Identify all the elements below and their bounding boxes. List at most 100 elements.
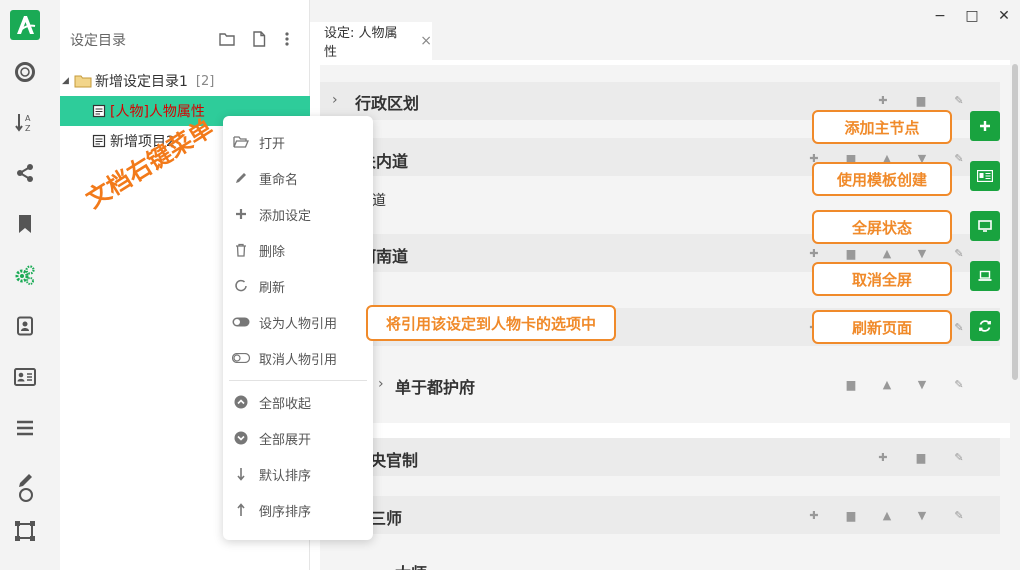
menu-item-cancel-reference[interactable]: 取消人物引用 (223, 342, 373, 374)
minimize-button[interactable]: − (930, 6, 950, 26)
tree-node-label: 新增设定目录1 (95, 74, 188, 90)
menu-lines-icon[interactable] (12, 415, 38, 441)
pencil-icon (223, 171, 259, 185)
edit-icon[interactable]: ✎ (952, 450, 966, 464)
chevron-down-circle-icon (223, 431, 259, 445)
id-card-icon[interactable] (12, 364, 38, 390)
contact-card-icon[interactable] (12, 313, 38, 339)
tree-folder-node[interactable]: ◢ 新增设定目录1 [2] (60, 66, 310, 96)
node-title: 三师 (370, 509, 403, 528)
context-menu: 打开 重命名 添加设定 删除 刷新 设为人物引用 取消人物引用 全部收起 全部展… (223, 116, 373, 540)
move-down-icon[interactable]: ▼ (915, 246, 929, 260)
add-icon[interactable]: ✚ (876, 93, 890, 107)
menu-item-add-setting[interactable]: 添加设定 (223, 198, 373, 230)
edit-icon[interactable]: ✎ (952, 246, 966, 260)
scrollbar-thumb[interactable] (1012, 64, 1018, 380)
new-file-icon[interactable] (250, 30, 268, 48)
fullscreen-button[interactable] (970, 211, 1000, 241)
callout-refresh-page: 刷新页面 (812, 310, 952, 344)
move-up-icon[interactable]: ▲ (880, 508, 894, 522)
arrow-down-icon (223, 467, 259, 481)
menu-item-delete[interactable]: 删除 (223, 234, 373, 266)
menu-item-expand-all[interactable]: 全部展开 (223, 422, 373, 454)
edit-icon[interactable]: ✎ (952, 320, 966, 334)
logo-mark (17, 16, 36, 34)
menu-item-label: 默认排序 (259, 468, 312, 484)
add-icon[interactable]: ✚ (807, 508, 821, 522)
callout-use-template: 使用模板创建 (812, 162, 952, 196)
menu-item-open[interactable]: 打开 (223, 126, 373, 158)
monitor-icon (978, 220, 992, 232)
tab-character-attributes[interactable]: 设定: 人物属性 × (310, 22, 432, 60)
chevron-up-circle-icon (223, 395, 259, 409)
icon-rail: AZ (0, 0, 60, 570)
document-icon (92, 104, 106, 118)
trash-icon (223, 243, 259, 257)
menu-item-rename[interactable]: 重命名 (223, 162, 373, 194)
settings-gears-icon[interactable] (12, 262, 38, 288)
menu-item-default-sort[interactable]: 默认排序 (223, 458, 373, 490)
annotation-reference-hint: 将引用该设定到人物卡的选项中 (366, 305, 616, 341)
move-up-icon[interactable]: ▲ (880, 377, 894, 391)
move-down-icon[interactable]: ▼ (915, 508, 929, 522)
edit-icon[interactable]: ✎ (952, 93, 966, 107)
maximize-button[interactable]: □ (962, 6, 982, 26)
template-card-icon (977, 170, 993, 182)
tab-close-icon[interactable]: × (420, 33, 432, 49)
trash-icon[interactable]: ▆ (844, 508, 858, 522)
move-up-icon[interactable]: ▲ (880, 246, 894, 260)
callout-add-root: 添加主节点 (812, 110, 952, 144)
bookmark-icon[interactable] (12, 211, 38, 237)
share-icon[interactable] (12, 160, 38, 186)
menu-item-refresh[interactable]: 刷新 (223, 270, 373, 302)
close-window-button[interactable]: ✕ (994, 6, 1014, 26)
refresh-icon (979, 320, 991, 332)
edit-icon[interactable]: ✎ (952, 377, 966, 391)
refresh-icon (223, 279, 259, 293)
add-icon[interactable]: ✚ (807, 246, 821, 260)
fullscreen-frame-icon[interactable] (12, 518, 38, 544)
arrow-up-icon (223, 503, 259, 517)
add-root-node-button[interactable] (970, 111, 1000, 141)
trash-icon[interactable]: ▆ (844, 377, 858, 391)
lifebuoy-icon[interactable] (12, 59, 38, 85)
sort-az-icon[interactable]: AZ (12, 109, 38, 135)
trash-icon[interactable]: ▆ (844, 246, 858, 260)
scrollbar[interactable] (1010, 60, 1020, 570)
use-template-button[interactable] (970, 161, 1000, 191)
menu-item-set-reference[interactable]: 设为人物引用 (223, 306, 373, 338)
exit-fullscreen-button[interactable] (970, 261, 1000, 291)
move-down-icon[interactable]: ▼ (915, 377, 929, 391)
trash-icon[interactable]: ▆ (914, 450, 928, 464)
new-folder-icon[interactable] (218, 30, 236, 48)
chevron-right-icon[interactable]: › (332, 92, 338, 108)
menu-item-label: 打开 (259, 136, 286, 152)
root-node-header (320, 438, 1000, 476)
trash-icon[interactable]: ▆ (914, 93, 928, 107)
edit-icon[interactable]: ✎ (952, 508, 966, 522)
node-content: 道 (372, 193, 386, 209)
menu-item-reverse-sort[interactable]: 倒序排序 (223, 494, 373, 526)
add-icon[interactable]: ✚ (876, 450, 890, 464)
menu-item-label: 删除 (259, 244, 286, 260)
tab-label: 设定: 人物属性 (324, 26, 398, 60)
folder-icon (74, 75, 92, 88)
menu-item-label: 全部展开 (259, 432, 312, 448)
chevron-right-icon[interactable]: › (378, 376, 384, 392)
edit-circle-icon[interactable] (12, 468, 38, 504)
more-vertical-icon[interactable] (278, 30, 296, 48)
tree-title: 设定目录 (70, 33, 126, 49)
refresh-page-button[interactable] (970, 311, 1000, 341)
menu-item-label: 倒序排序 (259, 504, 312, 520)
menu-item-collapse-all[interactable]: 全部收起 (223, 386, 373, 418)
node-header (340, 496, 1000, 534)
tab-bar: 设定: 人物属性 × − □ ✕ (310, 0, 1020, 60)
caret-down-icon[interactable]: ◢ (62, 76, 74, 86)
edit-icon[interactable]: ✎ (952, 151, 966, 165)
node-title: 央官制 (370, 451, 419, 470)
toggle-on-icon (223, 317, 259, 327)
svg-text:A: A (25, 114, 31, 123)
app-window: AZ 设定目录 ◢ 新增设定目录1 [2] [人物]人物属性 新增项目2 设定:… (0, 0, 1020, 570)
menu-item-label: 取消人物引用 (259, 352, 338, 368)
svg-text:Z: Z (25, 124, 31, 133)
